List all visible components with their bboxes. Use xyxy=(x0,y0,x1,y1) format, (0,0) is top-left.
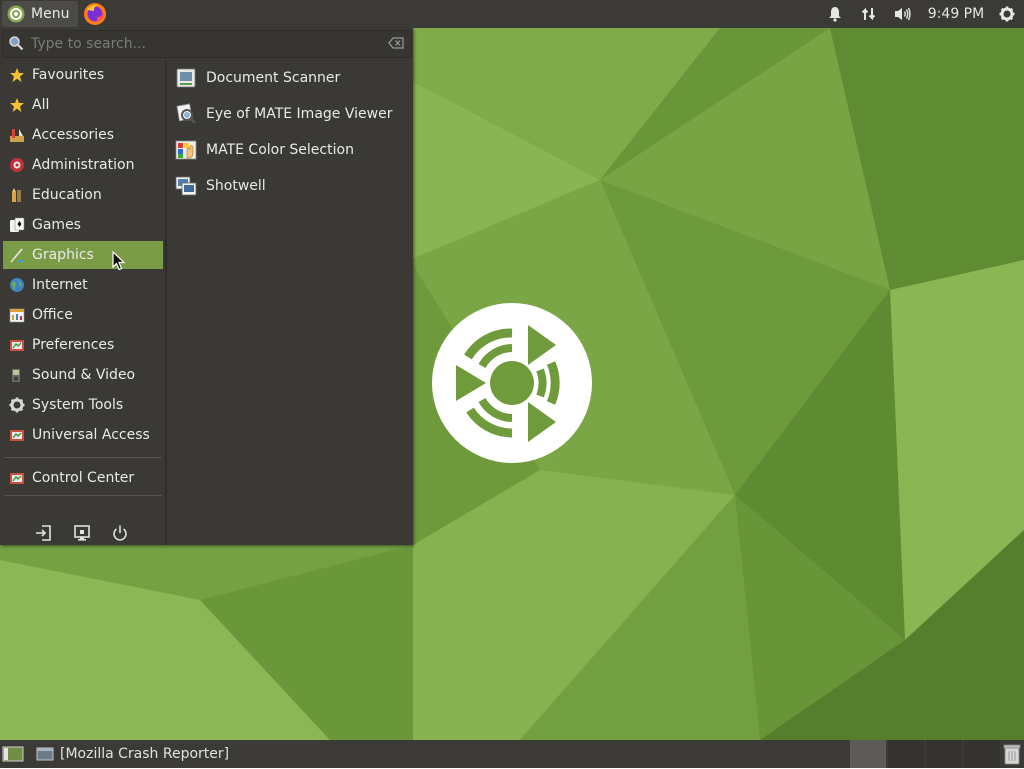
app-shotwell[interactable]: Shotwell xyxy=(174,169,410,203)
category-universal-access[interactable]: Universal Access xyxy=(3,421,163,449)
category-label: Graphics xyxy=(32,247,94,263)
network-icon[interactable] xyxy=(857,0,881,28)
category-label: Games xyxy=(32,217,81,233)
category-favourites[interactable]: Favourites xyxy=(3,61,163,89)
taskbar-item-label: [Mozilla Crash Reporter] xyxy=(60,746,230,762)
category-graphics[interactable]: Graphics xyxy=(3,241,163,269)
top-panel: Menu 9:49 PM xyxy=(0,0,1024,28)
category-separator xyxy=(4,457,162,458)
globe-icon xyxy=(10,278,24,292)
star-icon xyxy=(10,98,24,112)
volume-icon[interactable] xyxy=(891,0,915,28)
clock[interactable]: 9:49 PM xyxy=(924,0,988,28)
app-document-scanner[interactable]: Document Scanner xyxy=(174,61,410,95)
category-label: Administration xyxy=(32,157,135,173)
application-menu: Favourites All Accessories Administratio… xyxy=(0,28,413,545)
category-label: Education xyxy=(32,187,102,203)
category-label: Sound & Video xyxy=(32,367,136,383)
application-list: Document Scanner Eye of MATE Image Viewe… xyxy=(168,61,412,541)
search-box[interactable] xyxy=(2,30,412,58)
pane-divider xyxy=(165,61,167,545)
star-icon xyxy=(10,68,24,82)
ubuntu-mate-logo xyxy=(432,303,592,463)
window-icon xyxy=(36,747,54,761)
clear-search-icon[interactable] xyxy=(388,37,404,49)
category-list: Favourites All Accessories Administratio… xyxy=(2,61,163,522)
app-label: MATE Color Selection xyxy=(206,142,354,158)
firefox-launcher-icon[interactable] xyxy=(83,2,107,26)
app-eye-of-mate[interactable]: Eye of MATE Image Viewer xyxy=(174,97,410,131)
trash-icon xyxy=(1003,744,1021,765)
workspace-3[interactable] xyxy=(926,740,962,768)
color-selection-icon xyxy=(175,140,197,160)
session-buttons xyxy=(0,522,165,545)
gear-icon[interactable] xyxy=(995,0,1019,28)
app-label: Shotwell xyxy=(206,178,266,194)
sound-video-icon xyxy=(12,369,20,382)
bottom-panel: [Mozilla Crash Reporter] xyxy=(0,740,1024,768)
search-input[interactable] xyxy=(29,33,383,55)
lock-screen-icon xyxy=(74,525,90,541)
trash-button[interactable] xyxy=(1002,743,1022,765)
universal-access-icon xyxy=(10,430,24,441)
category-sound-video[interactable]: Sound & Video xyxy=(3,361,163,389)
logout-icon xyxy=(36,525,51,541)
control-center-item[interactable]: Control Center xyxy=(3,464,163,492)
category-internet[interactable]: Internet xyxy=(3,271,163,299)
accessories-icon xyxy=(10,129,24,142)
category-education[interactable]: Education xyxy=(3,181,163,209)
app-mate-color-selection[interactable]: MATE Color Selection xyxy=(174,133,410,167)
preferences-icon xyxy=(10,340,24,351)
notification-bell-icon[interactable] xyxy=(823,0,847,28)
workspace-1[interactable] xyxy=(850,740,886,768)
category-label: Preferences xyxy=(32,337,115,353)
category-label: Office xyxy=(32,307,73,323)
scanner-icon xyxy=(176,68,196,88)
category-all[interactable]: All xyxy=(3,91,163,119)
image-viewer-icon xyxy=(176,103,196,124)
search-icon xyxy=(9,36,24,51)
app-label: Eye of MATE Image Viewer xyxy=(206,106,393,122)
menu-button-label: Menu xyxy=(31,6,70,22)
workspace-4[interactable] xyxy=(964,740,1000,768)
show-desktop-button[interactable] xyxy=(2,745,24,763)
category-games[interactable]: Games xyxy=(3,211,163,239)
gear-icon xyxy=(9,397,25,413)
category-label: System Tools xyxy=(32,397,124,413)
category-label: Favourites xyxy=(32,67,105,83)
category-office[interactable]: Office xyxy=(3,301,163,329)
category-system-tools[interactable]: System Tools xyxy=(3,391,163,419)
app-label: Document Scanner xyxy=(206,70,341,86)
education-icon xyxy=(12,188,21,202)
show-desktop-icon xyxy=(2,746,24,762)
category-label: Accessories xyxy=(32,127,115,143)
graphics-icon xyxy=(10,248,24,263)
logout-button[interactable] xyxy=(33,522,55,544)
power-button[interactable] xyxy=(109,522,131,544)
taskbar-item-crash-reporter[interactable]: [Mozilla Crash Reporter] xyxy=(36,742,229,766)
category-administration[interactable]: Administration xyxy=(3,151,163,179)
lock-screen-button[interactable] xyxy=(71,522,93,544)
shotwell-icon xyxy=(175,176,197,196)
menu-button[interactable]: Menu xyxy=(2,1,78,27)
control-center-icon xyxy=(10,473,24,484)
category-label: Universal Access xyxy=(32,427,150,443)
control-center-label: Control Center xyxy=(32,470,135,486)
ubuntu-mate-logo-icon xyxy=(7,5,25,23)
power-icon xyxy=(113,525,127,541)
category-label: All xyxy=(32,97,50,113)
category-preferences[interactable]: Preferences xyxy=(3,331,163,359)
games-icon xyxy=(10,217,25,232)
category-label: Internet xyxy=(32,277,88,293)
bottom-separator xyxy=(4,495,162,496)
office-icon xyxy=(9,308,25,323)
administration-icon xyxy=(10,158,24,172)
workspace-2[interactable] xyxy=(888,740,924,768)
category-accessories[interactable]: Accessories xyxy=(3,121,163,149)
mouse-cursor-icon xyxy=(112,251,126,271)
